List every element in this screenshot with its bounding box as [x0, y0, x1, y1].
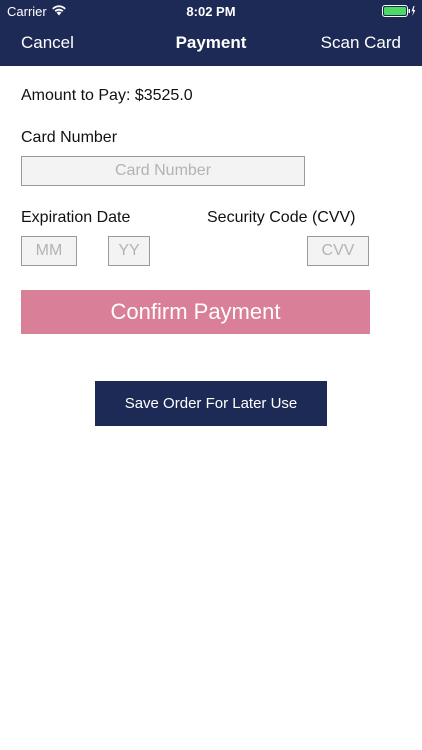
expiration-year-field[interactable] [108, 236, 150, 266]
status-bar: Carrier 8:02 PM [0, 0, 422, 22]
cancel-button[interactable]: Cancel [21, 33, 74, 53]
cvv-field[interactable] [307, 236, 369, 266]
expiration-date-label: Expiration Date [21, 209, 131, 226]
amount-to-pay-label: Amount to Pay: $3525.0 [21, 87, 193, 104]
battery-icon [382, 5, 416, 17]
card-number-label: Card Number [21, 129, 118, 146]
confirm-payment-button[interactable]: Confirm Payment [21, 290, 370, 334]
save-order-button[interactable]: Save Order For Later Use [95, 381, 327, 426]
card-number-field[interactable] [21, 156, 305, 186]
expiration-month-field[interactable] [21, 236, 77, 266]
navigation-bar: Cancel Payment Scan Card [0, 22, 422, 66]
status-time: 8:02 PM [186, 4, 236, 19]
security-code-label: Security Code (CVV) [207, 209, 356, 226]
scan-card-button[interactable]: Scan Card [321, 33, 401, 53]
